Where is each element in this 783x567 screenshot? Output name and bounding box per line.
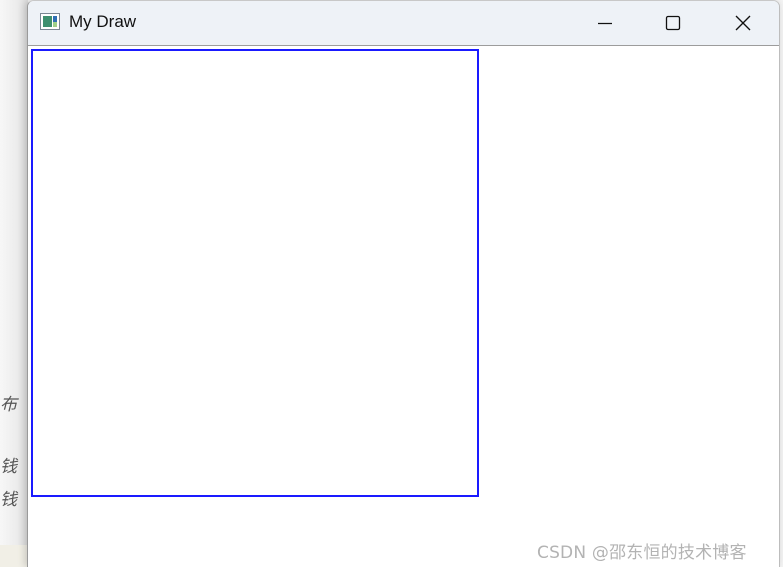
screen: 布 钱 钱 My Draw CSDN @邵东恒的技术博客 <box>0 0 783 567</box>
background-footer <box>0 545 28 567</box>
title-bar[interactable]: My Draw <box>28 1 779 46</box>
window-title: My Draw <box>69 12 137 31</box>
maximize-icon <box>665 15 681 31</box>
background-text-fragment: 钱 <box>0 457 17 477</box>
background-editor <box>0 0 28 567</box>
app-icon-pane <box>43 16 52 27</box>
minimize-button[interactable] <box>571 1 639 45</box>
drawn-rectangle <box>31 49 479 497</box>
maximize-button[interactable] <box>639 1 707 45</box>
close-button[interactable] <box>709 1 777 45</box>
app-icon-pane <box>53 22 57 27</box>
app-window: My Draw <box>27 0 780 567</box>
background-text-fragment: 钱 <box>0 490 17 510</box>
minimize-icon <box>598 22 612 25</box>
app-window-icon[interactable] <box>40 13 60 30</box>
close-icon <box>735 15 751 31</box>
drawing-area[interactable] <box>28 46 779 567</box>
watermark-text: CSDN @邵东恒的技术博客 <box>537 543 747 563</box>
background-text-fragment: 布 <box>0 395 17 415</box>
